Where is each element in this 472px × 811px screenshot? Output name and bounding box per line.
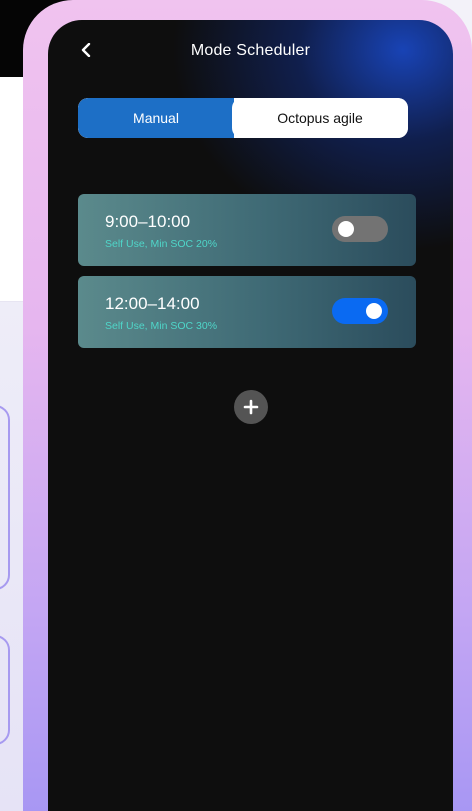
schedule-detail: Self Use, Min SOC 30% [105,320,218,332]
toggle-knob [338,221,354,237]
schedule-toggle[interactable] [332,216,388,242]
toggle-knob [366,303,382,319]
tab-octopus-agile[interactable]: Octopus agile [232,98,408,138]
schedule-toggle[interactable] [332,298,388,324]
tab-manual[interactable]: Manual [78,98,234,138]
header: Mode Scheduler [48,20,453,82]
schedule-time: 12:00–14:00 [105,294,200,313]
schedule-list: 9:00–10:00 Self Use, Min SOC 20% 12:00–1… [78,194,416,358]
mode-segmented-control: Manual Octopus agile [78,98,408,138]
background-outline-shape [0,405,10,590]
plus-icon [243,399,259,415]
schedule-card[interactable]: 12:00–14:00 Self Use, Min SOC 30% [78,276,416,348]
page-title: Mode Scheduler [190,42,311,59]
schedule-detail: Self Use, Min SOC 20% [105,238,218,250]
background-outline-shape [0,635,10,745]
schedule-time: 9:00–10:00 [105,212,191,231]
add-schedule-button[interactable] [234,390,268,424]
phone-screen: Mode Scheduler Manual Octopus agile 9:00… [48,20,453,811]
schedule-card[interactable]: 9:00–10:00 Self Use, Min SOC 20% [78,194,416,266]
